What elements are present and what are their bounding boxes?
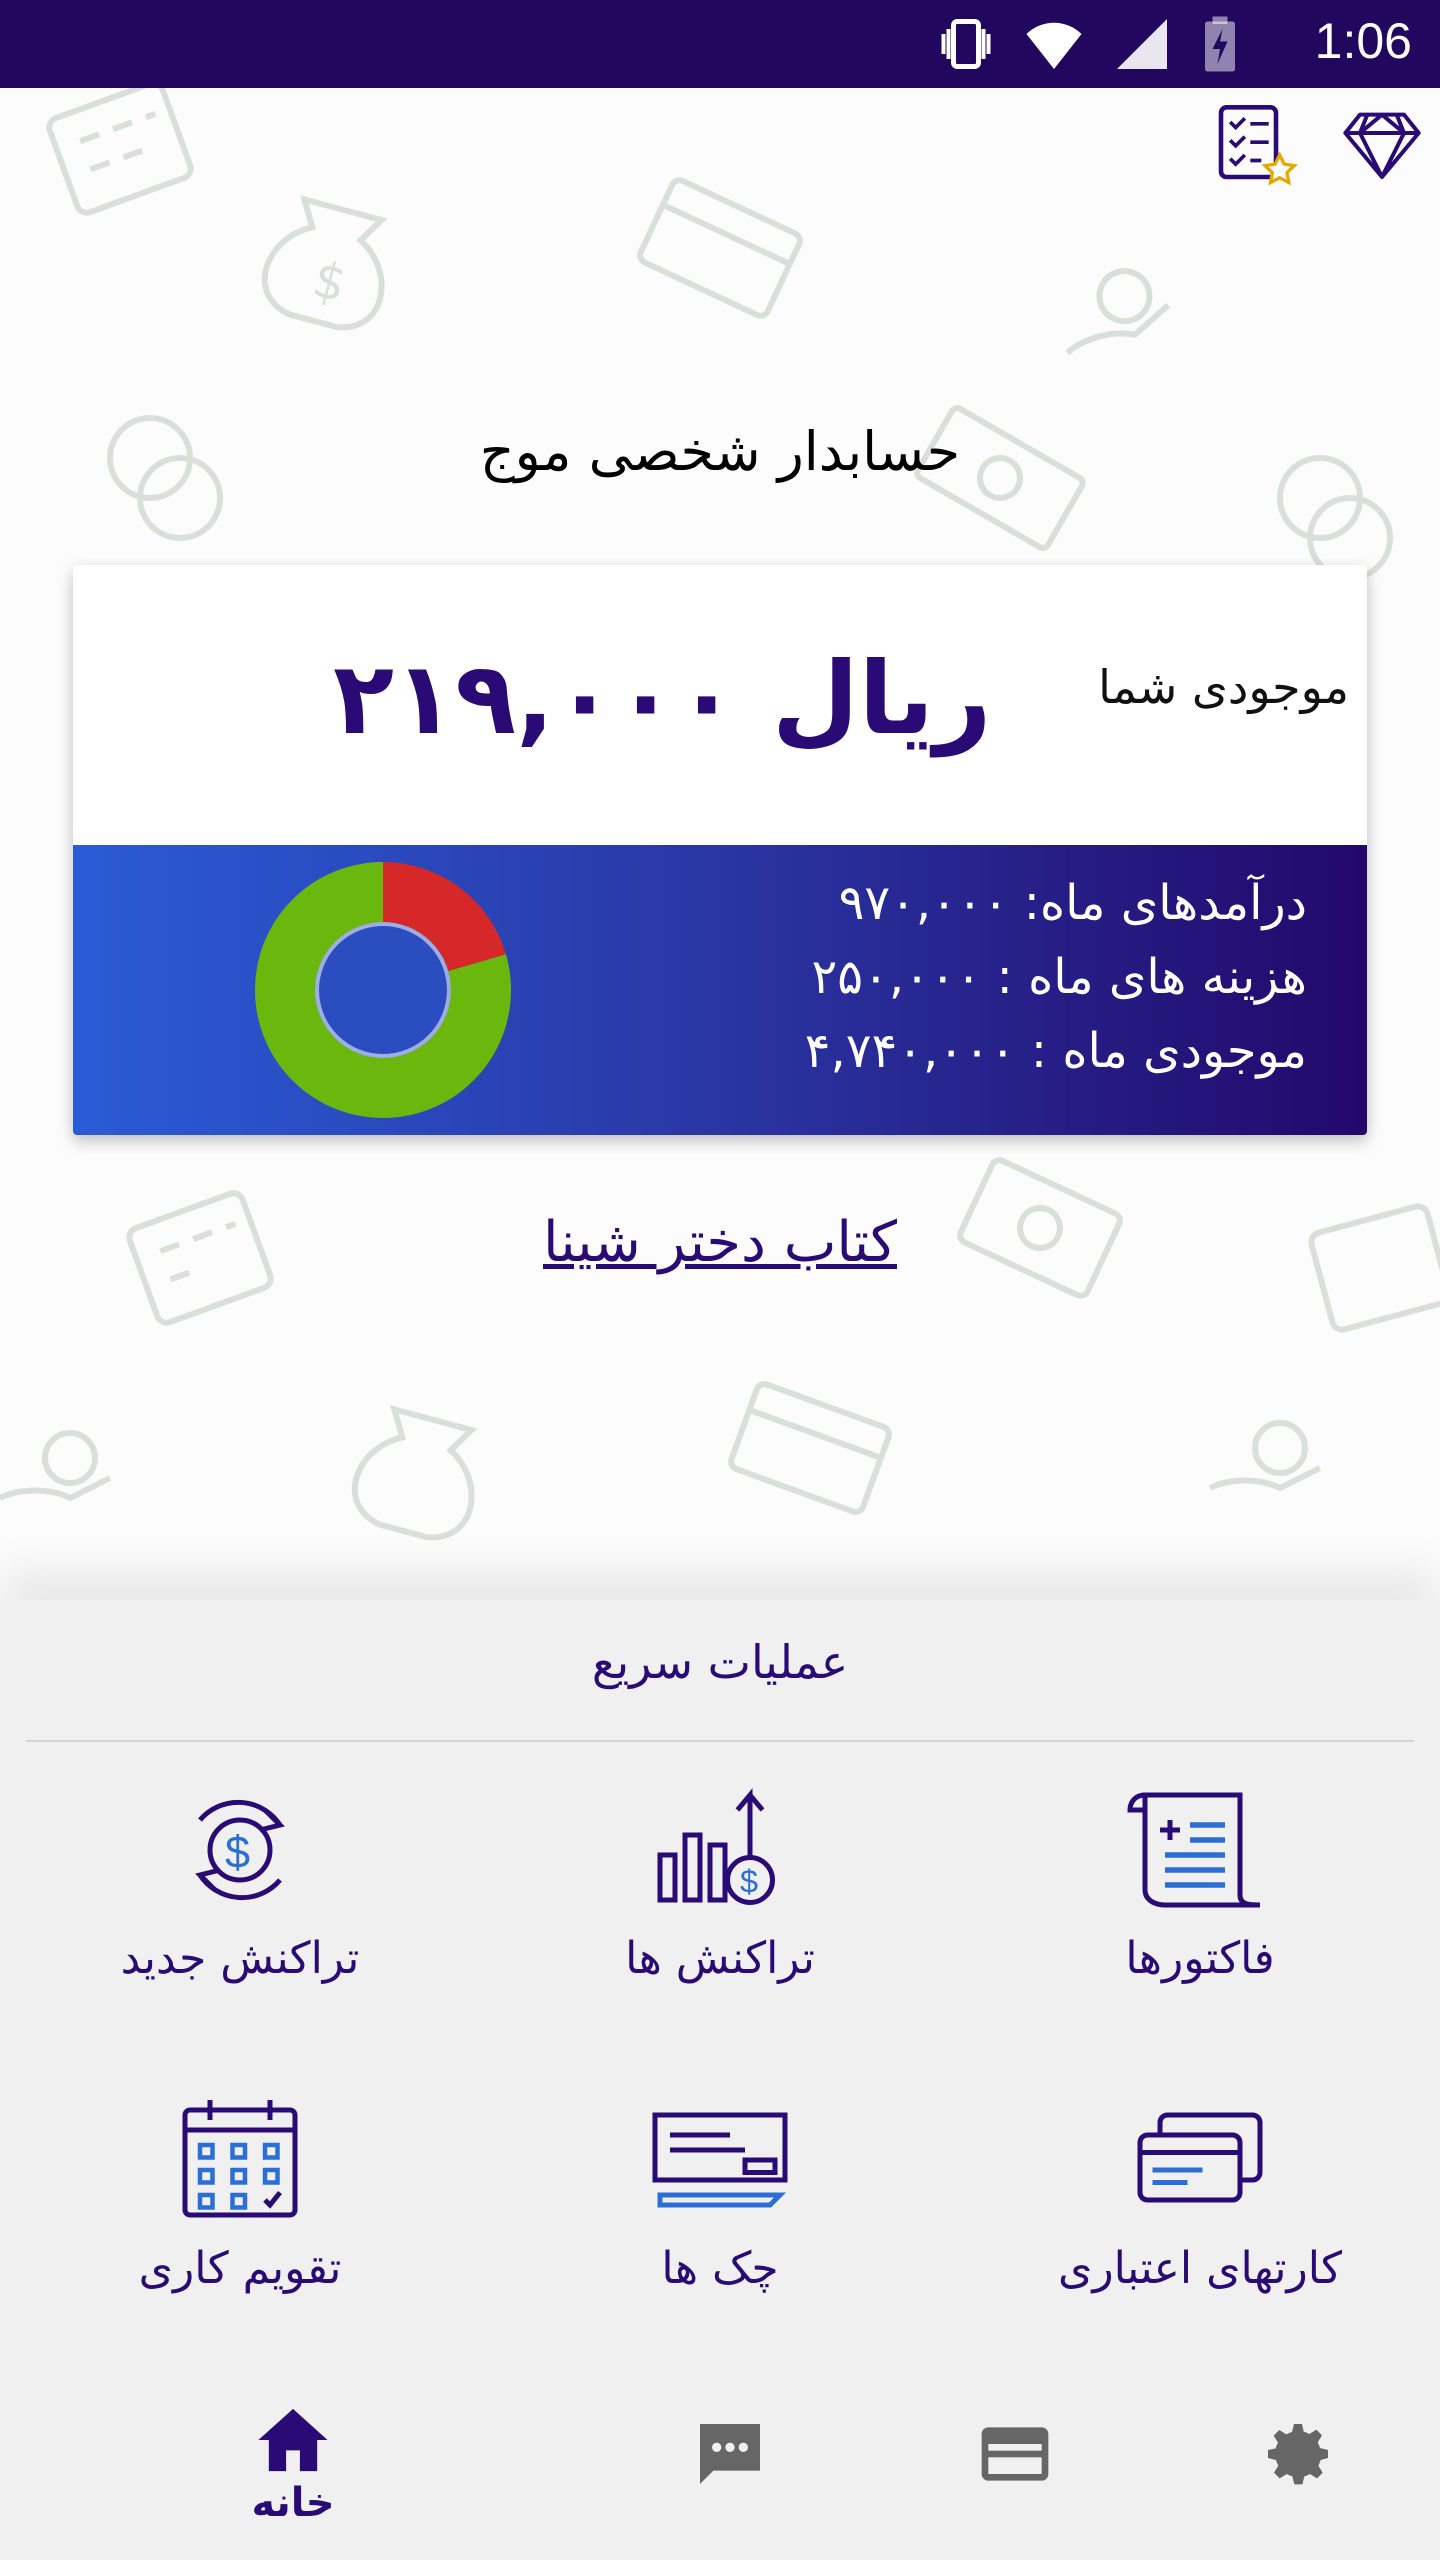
nav-home-label: خانه — [251, 2480, 335, 2526]
battery-charging-icon — [1205, 16, 1235, 72]
monthly-expense: هزینه های ماه : ۲۵۰,۰۰۰ — [811, 949, 1307, 1005]
transactions-label: تراکنش ها — [625, 1933, 815, 1984]
quick-actions-divider — [26, 1740, 1414, 1742]
invoices-label: فاکتورها — [1125, 1933, 1275, 1984]
settings-gear-icon — [1268, 2424, 1328, 2485]
transactions-action[interactable]: $ تراکنش ها — [520, 1785, 920, 1984]
monthly-income: درآمدهای ماه: ۹۷۰,۰۰۰ — [838, 875, 1307, 931]
nav-cards[interactable] — [915, 2380, 1115, 2560]
bottom-navigation: خانه — [0, 2380, 1440, 2560]
transactions-chart-icon: $ — [657, 1788, 775, 1905]
invoice-scroll-icon — [1127, 1792, 1261, 1908]
nav-home[interactable]: خانه — [193, 2380, 393, 2560]
invoices-action[interactable]: فاکتورها — [1000, 1785, 1400, 1984]
book-link[interactable]: کتاب دختر شینا — [0, 1210, 1440, 1275]
quick-actions-title: عملیات سریع — [591, 1635, 849, 1689]
card-icon — [981, 2427, 1049, 2481]
new-transaction-action[interactable]: $ تراکنش جدید — [40, 1785, 440, 1984]
calendar-icon — [182, 2100, 298, 2218]
chat-icon — [700, 2424, 760, 2484]
income-expense-donut-chart — [255, 862, 511, 1118]
signal-icon — [1117, 19, 1167, 69]
quick-actions-panel: عملیات سریع فاکتورها $ تراکنش ها $ تراکن — [0, 1600, 1440, 2380]
home-icon — [258, 2408, 328, 2472]
cheques-action[interactable]: چک ها — [520, 2095, 920, 2294]
svg-text:$: $ — [225, 1827, 250, 1878]
work-calendar-action[interactable]: تقویم کاری — [40, 2095, 440, 2294]
checklist-star-icon — [1218, 105, 1298, 186]
app-title: حسابدار شخصی موج — [479, 420, 961, 483]
status-icons — [936, 14, 1240, 74]
work-calendar-label: تقویم کاری — [138, 2243, 342, 2294]
diamond-icon — [1343, 112, 1421, 180]
vibrate-icon — [941, 19, 991, 69]
credit-cards-action[interactable]: کارتهای اعتباری — [1000, 2095, 1400, 2294]
new-transaction-label: تراکنش جدید — [120, 1933, 360, 1984]
checklist-star-button[interactable] — [1210, 100, 1298, 188]
nav-settings[interactable] — [1198, 2380, 1398, 2560]
wifi-icon — [1026, 22, 1082, 69]
cheques-label: چک ها — [661, 2243, 779, 2294]
status-bar: 1:06 — [0, 0, 1440, 88]
cheque-icon — [652, 2112, 788, 2208]
premium-diamond-button[interactable] — [1338, 100, 1426, 188]
new-transaction-icon: $ — [195, 1799, 285, 1901]
monthly-summary: درآمدهای ماه: ۹۷۰,۰۰۰ هزینه های ماه : ۲۵… — [73, 845, 1367, 1135]
balance-card[interactable]: موجودی شما ۲۱۹,۰۰۰ ریال درآمدهای ماه: ۹۷… — [73, 565, 1367, 1135]
balance-label: موجودی شما — [1098, 660, 1349, 714]
status-time: 1:06 — [1314, 13, 1412, 69]
svg-text:$: $ — [740, 1864, 758, 1900]
svg-text:$: $ — [307, 250, 353, 314]
credit-cards-icon — [1137, 2112, 1263, 2203]
nav-messages[interactable] — [630, 2380, 830, 2560]
monthly-balance: موجودی ماه : ۴,۷۴۰,۰۰۰ — [804, 1023, 1307, 1079]
credit-cards-label: کارتهای اعتباری — [1057, 2243, 1343, 2294]
balance-value: ۲۱۹,۰۰۰ ریال — [333, 640, 992, 757]
